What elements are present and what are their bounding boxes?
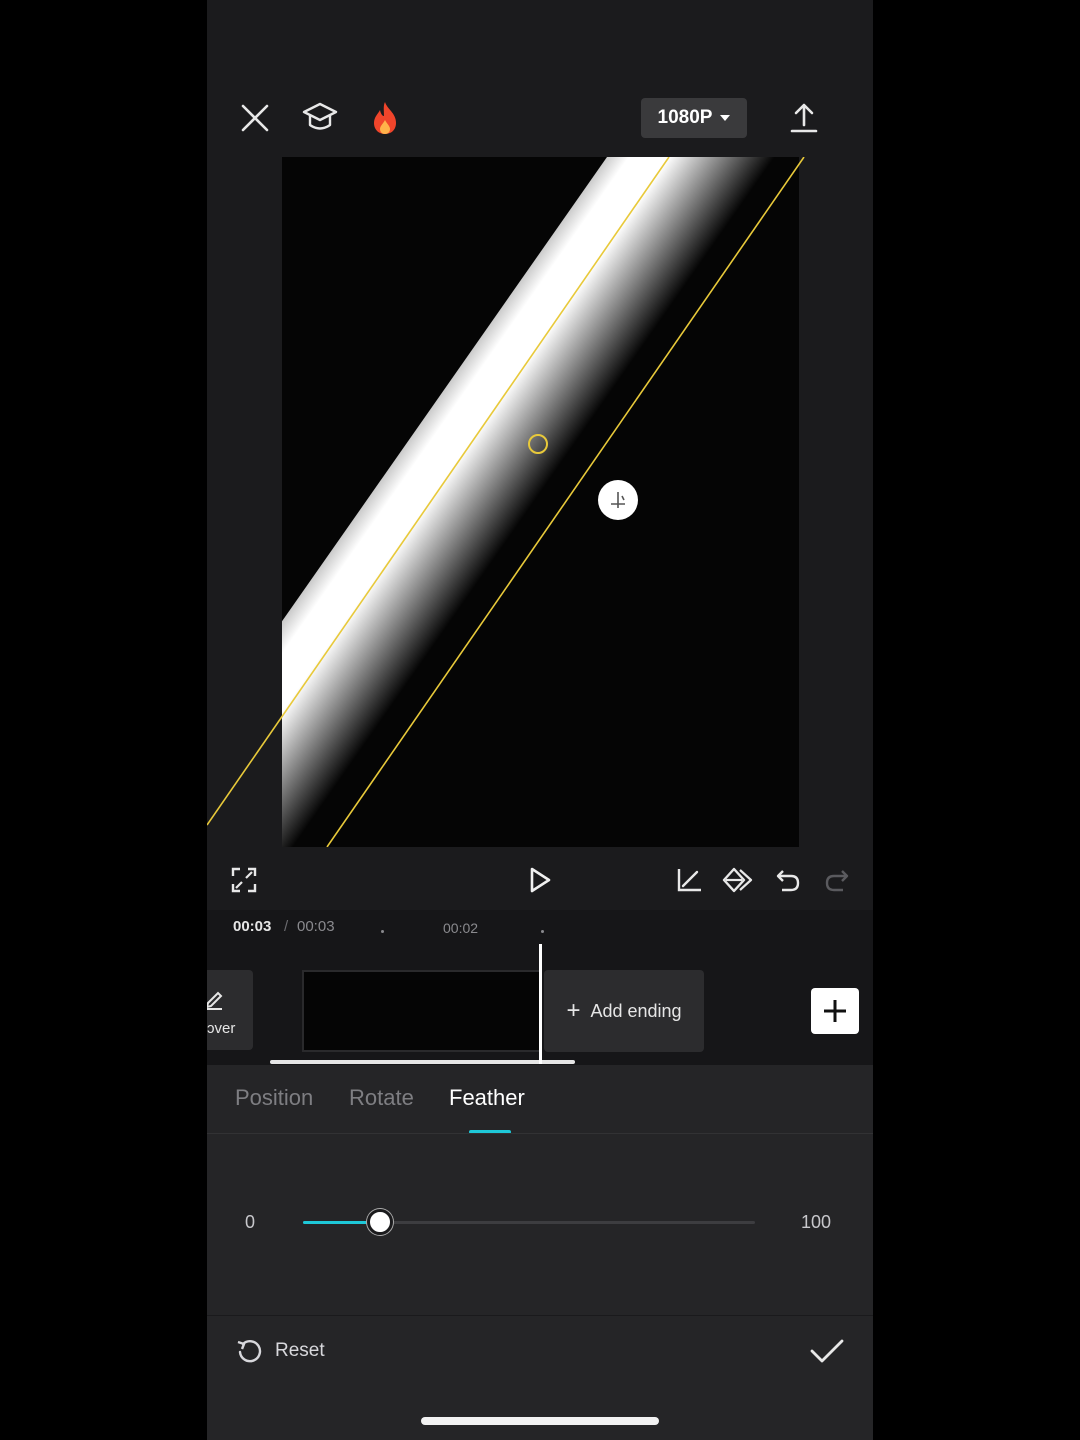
timeline[interactable]: 00:03 / 00:03 00:02 ɔver + Add ending — [207, 910, 873, 1065]
fullscreen-icon — [231, 867, 257, 893]
trending-button[interactable] — [363, 96, 407, 140]
time-separator: / — [284, 918, 289, 935]
close-icon — [241, 104, 269, 132]
redo-icon — [825, 870, 849, 892]
plus-icon — [824, 1000, 846, 1022]
tab-feather[interactable]: Feather — [449, 1085, 525, 1111]
undo-button[interactable] — [770, 862, 806, 898]
slider-max-label: 100 — [801, 1212, 832, 1232]
tab-rotate[interactable]: Rotate — [349, 1085, 414, 1111]
playhead[interactable] — [539, 944, 542, 1064]
home-indicator — [421, 1417, 659, 1425]
checkmark-icon — [810, 1339, 844, 1363]
timeline-tick — [381, 930, 384, 933]
plus-icon: + — [566, 997, 581, 1024]
confirm-button[interactable] — [807, 1331, 847, 1371]
video-clip[interactable] — [302, 970, 542, 1052]
total-time: 00:03 — [297, 918, 335, 935]
close-button[interactable] — [233, 96, 277, 140]
edit-pencil-icon — [207, 991, 223, 1010]
tutorial-button[interactable] — [298, 96, 342, 140]
keyframe-button[interactable] — [721, 862, 757, 898]
screen: 1080P 00:03 / 00:03 00:02 ɔver + Add end… — [0, 0, 1080, 1440]
reset-label: Reset — [275, 1340, 325, 1361]
reset-icon — [237, 1339, 262, 1363]
cover-button[interactable]: ɔver — [207, 970, 253, 1050]
current-time: 00:03 — [233, 918, 272, 935]
feather-slider[interactable] — [303, 1209, 755, 1235]
tab-position[interactable]: Position — [235, 1085, 313, 1111]
export-button[interactable] — [782, 96, 826, 140]
mask-adjust-panel: Position Rotate Feather 0 100 Reset — [207, 1065, 873, 1440]
keyframe-icon — [722, 867, 753, 893]
add-ending-label: Add ending — [590, 1000, 682, 1021]
video-preview[interactable] — [207, 157, 873, 847]
tab-divider — [207, 1133, 873, 1134]
timeline-tick — [541, 930, 544, 933]
tutorial-cap-icon — [302, 102, 338, 130]
keyframe-graph-button[interactable] — [672, 862, 708, 898]
play-button[interactable] — [522, 862, 558, 898]
app-window: 1080P 00:03 / 00:03 00:02 ɔver + Add end… — [207, 0, 873, 1440]
redo-button[interactable] — [819, 862, 855, 898]
resolution-dropdown[interactable]: 1080P — [641, 98, 747, 138]
fullscreen-button[interactable] — [226, 862, 262, 898]
play-icon — [530, 867, 551, 893]
cover-label: ɔver — [207, 1020, 236, 1037]
feather-handle[interactable] — [598, 480, 638, 520]
undo-icon — [776, 870, 800, 892]
resolution-label: 1080P — [657, 107, 713, 128]
keyframe-graph-icon — [677, 869, 701, 892]
timeline-tick-label: 00:02 — [443, 920, 479, 936]
slider-thumb[interactable] — [367, 1209, 393, 1235]
reset-button[interactable]: Reset — [235, 1335, 325, 1367]
panel-divider — [207, 1315, 873, 1316]
chevron-down-icon — [720, 115, 731, 121]
clip-track-bar — [270, 1060, 575, 1064]
export-icon — [790, 103, 818, 133]
add-clip-button[interactable] — [811, 988, 859, 1034]
slider-min-label: 0 — [245, 1212, 256, 1232]
fire-icon — [374, 102, 396, 134]
add-ending-button[interactable]: + Add ending — [544, 970, 704, 1052]
